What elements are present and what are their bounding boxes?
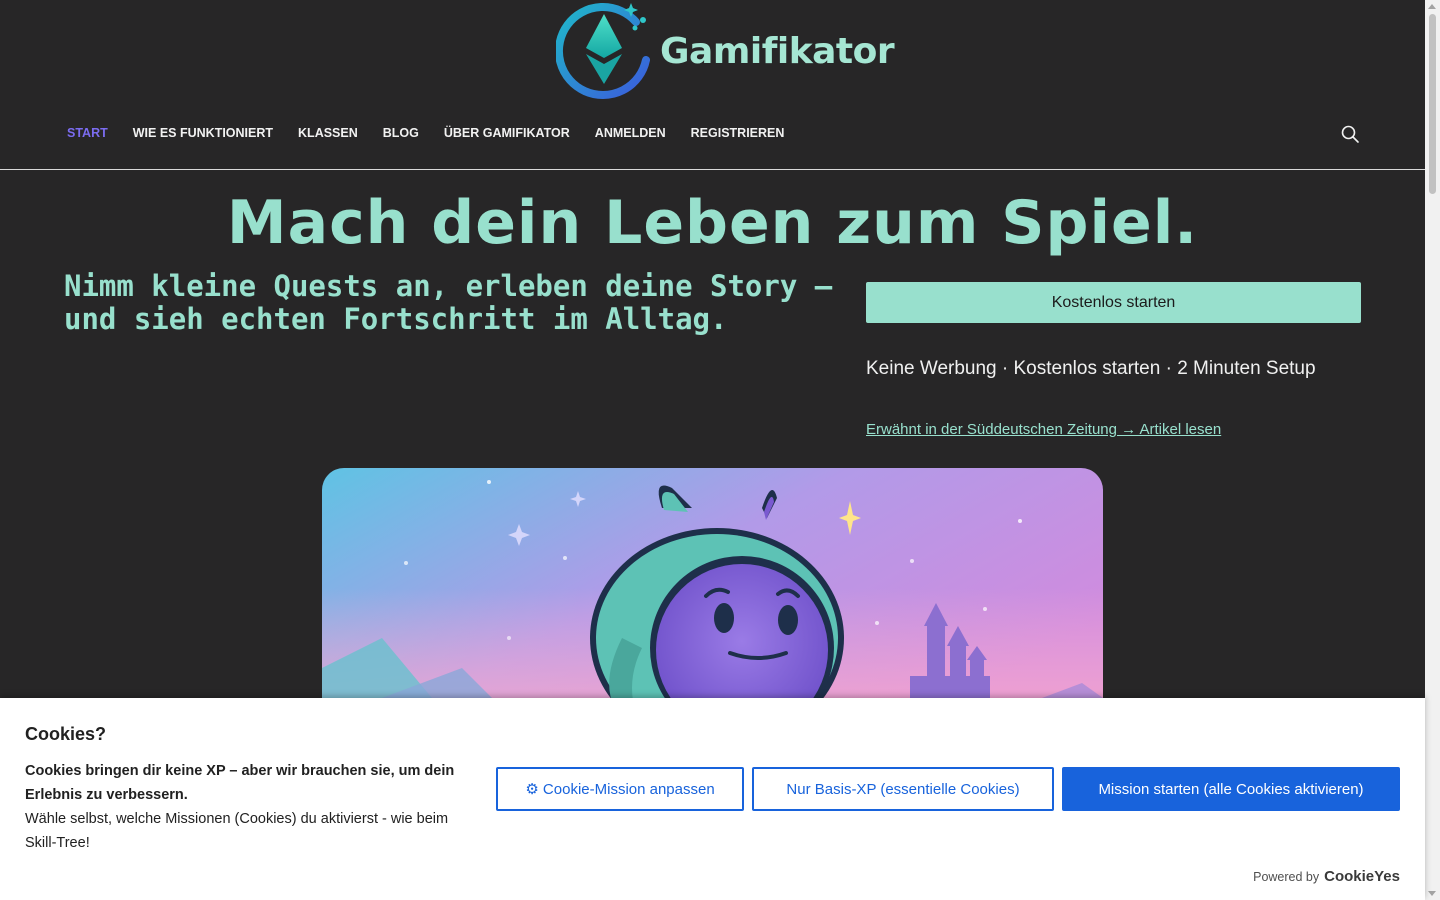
site-header: Gamifikator START WIE ES FUNKTIONIERT KL… [0, 0, 1425, 170]
hero-subtitle: Nimm kleine Quests an, erleben deine Sto… [64, 269, 833, 336]
cookie-banner: Cookies? Cookies bringen dir keine XP – … [0, 698, 1425, 900]
powered-by-label: Powered by [1253, 869, 1320, 884]
cookie-description: Cookies bringen dir keine XP – aber wir … [25, 759, 475, 855]
cookie-essential-button[interactable]: Nur Basis-XP (essentielle Cookies) [752, 767, 1054, 811]
hero-title: Mach dein Leben zum Spiel. [226, 188, 1199, 258]
hero-benefits: Keine Werbung · Kostenlos starten · 2 Mi… [866, 358, 1316, 379]
search-button[interactable] [1340, 124, 1360, 144]
scroll-up-icon[interactable] [1428, 4, 1436, 9]
scroll-down-icon[interactable] [1428, 891, 1436, 896]
nav-item-start[interactable]: START [67, 126, 108, 140]
cookie-description-bold: Cookies bringen dir keine XP – aber wir … [25, 763, 455, 803]
page-scrollbar[interactable] [1425, 0, 1440, 900]
nav-item-blog[interactable]: BLOG [383, 126, 419, 140]
logo-icon [556, 3, 650, 100]
main-nav: START WIE ES FUNKTIONIERT KLASSEN BLOG Ü… [67, 126, 809, 140]
cookieyes-logo[interactable]: CookieYes [1324, 868, 1400, 885]
scroll-thumb[interactable] [1429, 14, 1436, 194]
logo[interactable]: Gamifikator [556, 0, 895, 102]
nav-item-about[interactable]: ÜBER GAMIFIKATOR [444, 126, 570, 140]
nav-item-register[interactable]: REGISTRIEREN [691, 126, 785, 140]
cookie-customize-button[interactable]: ⚙ Cookie-Mission anpassen [496, 767, 744, 811]
logo-text: Gamifikator [660, 30, 895, 72]
mascot-illustration [322, 468, 1103, 728]
press-article-link[interactable]: Erwähnt in der Süddeutschen Zeitung → Ar… [866, 421, 1221, 438]
search-icon [1341, 125, 1359, 143]
cookie-accept-all-button[interactable]: Mission starten (alle Cookies aktivieren… [1062, 767, 1400, 811]
powered-by: Powered by CookieYes [1253, 868, 1400, 885]
hero-illustration [322, 468, 1103, 728]
nav-item-login[interactable]: ANMELDEN [595, 126, 666, 140]
cookie-title: Cookies? [25, 724, 107, 744]
nav-item-classes[interactable]: KLASSEN [298, 126, 358, 140]
nav-item-how-it-works[interactable]: WIE ES FUNKTIONIERT [133, 126, 273, 140]
cta-start-free-button[interactable]: Kostenlos starten [866, 282, 1361, 323]
cookie-description-text: Wähle selbst, welche Missionen (Cookies)… [25, 811, 449, 851]
